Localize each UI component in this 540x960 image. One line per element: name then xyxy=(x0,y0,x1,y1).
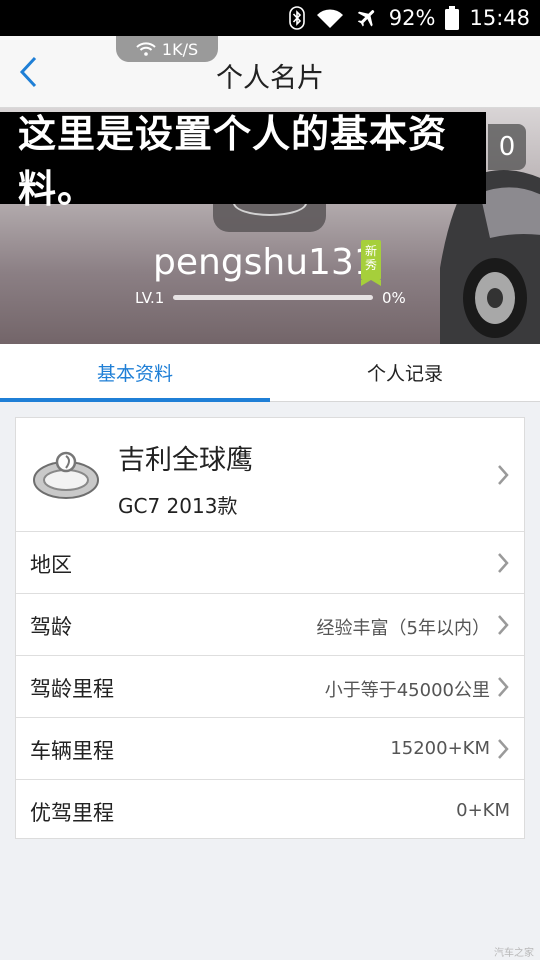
row-region[interactable]: 地区 xyxy=(16,532,524,594)
row-driving-mileage[interactable]: 驾龄里程 小于等于45000公里 xyxy=(16,656,524,718)
watermark: 汽车之家 xyxy=(494,948,534,959)
username: pengshu131 xyxy=(153,242,377,283)
row-value: 小于等于45000公里 xyxy=(324,680,490,701)
row-vehicle-mileage[interactable]: 车辆里程 15200+KM xyxy=(16,718,524,780)
tab-basic-info[interactable]: 基本资料 xyxy=(0,344,270,402)
row-label: 车辆里程 xyxy=(30,739,114,763)
chevron-right-icon xyxy=(498,739,509,759)
row-label: 地区 xyxy=(30,553,72,577)
chevron-right-icon xyxy=(498,677,509,697)
profile-tabs: 基本资料 个人记录 xyxy=(0,344,540,402)
network-speed: 1K/S xyxy=(161,39,199,59)
level-label: LV.1 xyxy=(135,289,165,307)
row-value: 0+KM xyxy=(456,800,510,821)
status-bar: 92% 15:48 xyxy=(0,0,540,36)
row-driving-experience[interactable]: 驾龄 经验丰富（5年以内） xyxy=(16,594,524,656)
overlay-caption: 这里是设置个人的基本资料。 xyxy=(0,112,486,211)
car-brand-logo xyxy=(33,451,99,499)
chevron-right-icon xyxy=(498,615,509,635)
car-name: 吉利全球鹰 xyxy=(118,445,253,476)
page-title: 个人名片 xyxy=(216,63,324,94)
car-model: GC7 2013款 xyxy=(118,494,238,518)
profile-banner: 这里是设置个人的基本资料。 0 pengshu131 新秀 LV.1 0% xyxy=(0,108,540,344)
app-header: 个人名片 1K/S xyxy=(0,36,540,108)
battery-percent: 92% xyxy=(388,6,436,30)
tab-personal-records[interactable]: 个人记录 xyxy=(270,344,540,401)
rank-badge-text: 新秀 xyxy=(364,244,377,272)
count-badge: 0 xyxy=(488,124,526,170)
row-value: 15200+KM xyxy=(390,738,490,759)
row-label: 优驾里程 xyxy=(30,801,114,825)
wifi-icon xyxy=(316,9,343,28)
profile-info-card: 吉利全球鹰 GC7 2013款 地区 驾龄 经验丰富（5年以内） 驾龄里程 小于… xyxy=(15,417,525,839)
network-speed-pill: 1K/S xyxy=(116,36,218,62)
chevron-right-icon xyxy=(498,465,509,485)
row-label: 驾龄 xyxy=(30,615,72,639)
level-percent: 0% xyxy=(382,289,406,307)
row-value: 经验丰富（5年以内） xyxy=(316,618,490,639)
bluetooth-icon xyxy=(288,6,305,30)
chevron-right-icon xyxy=(498,553,509,573)
rank-badge: 新秀 xyxy=(361,240,381,286)
battery-icon xyxy=(445,6,460,30)
row-label: 驾龄里程 xyxy=(30,677,114,701)
wifi-icon xyxy=(136,42,156,56)
airplane-icon xyxy=(357,10,374,27)
row-youjia-mileage: 优驾里程 0+KM xyxy=(16,780,524,842)
clock: 15:48 xyxy=(469,6,530,30)
car-row[interactable]: 吉利全球鹰 GC7 2013款 xyxy=(16,418,524,532)
level-progress-bar xyxy=(173,295,373,300)
